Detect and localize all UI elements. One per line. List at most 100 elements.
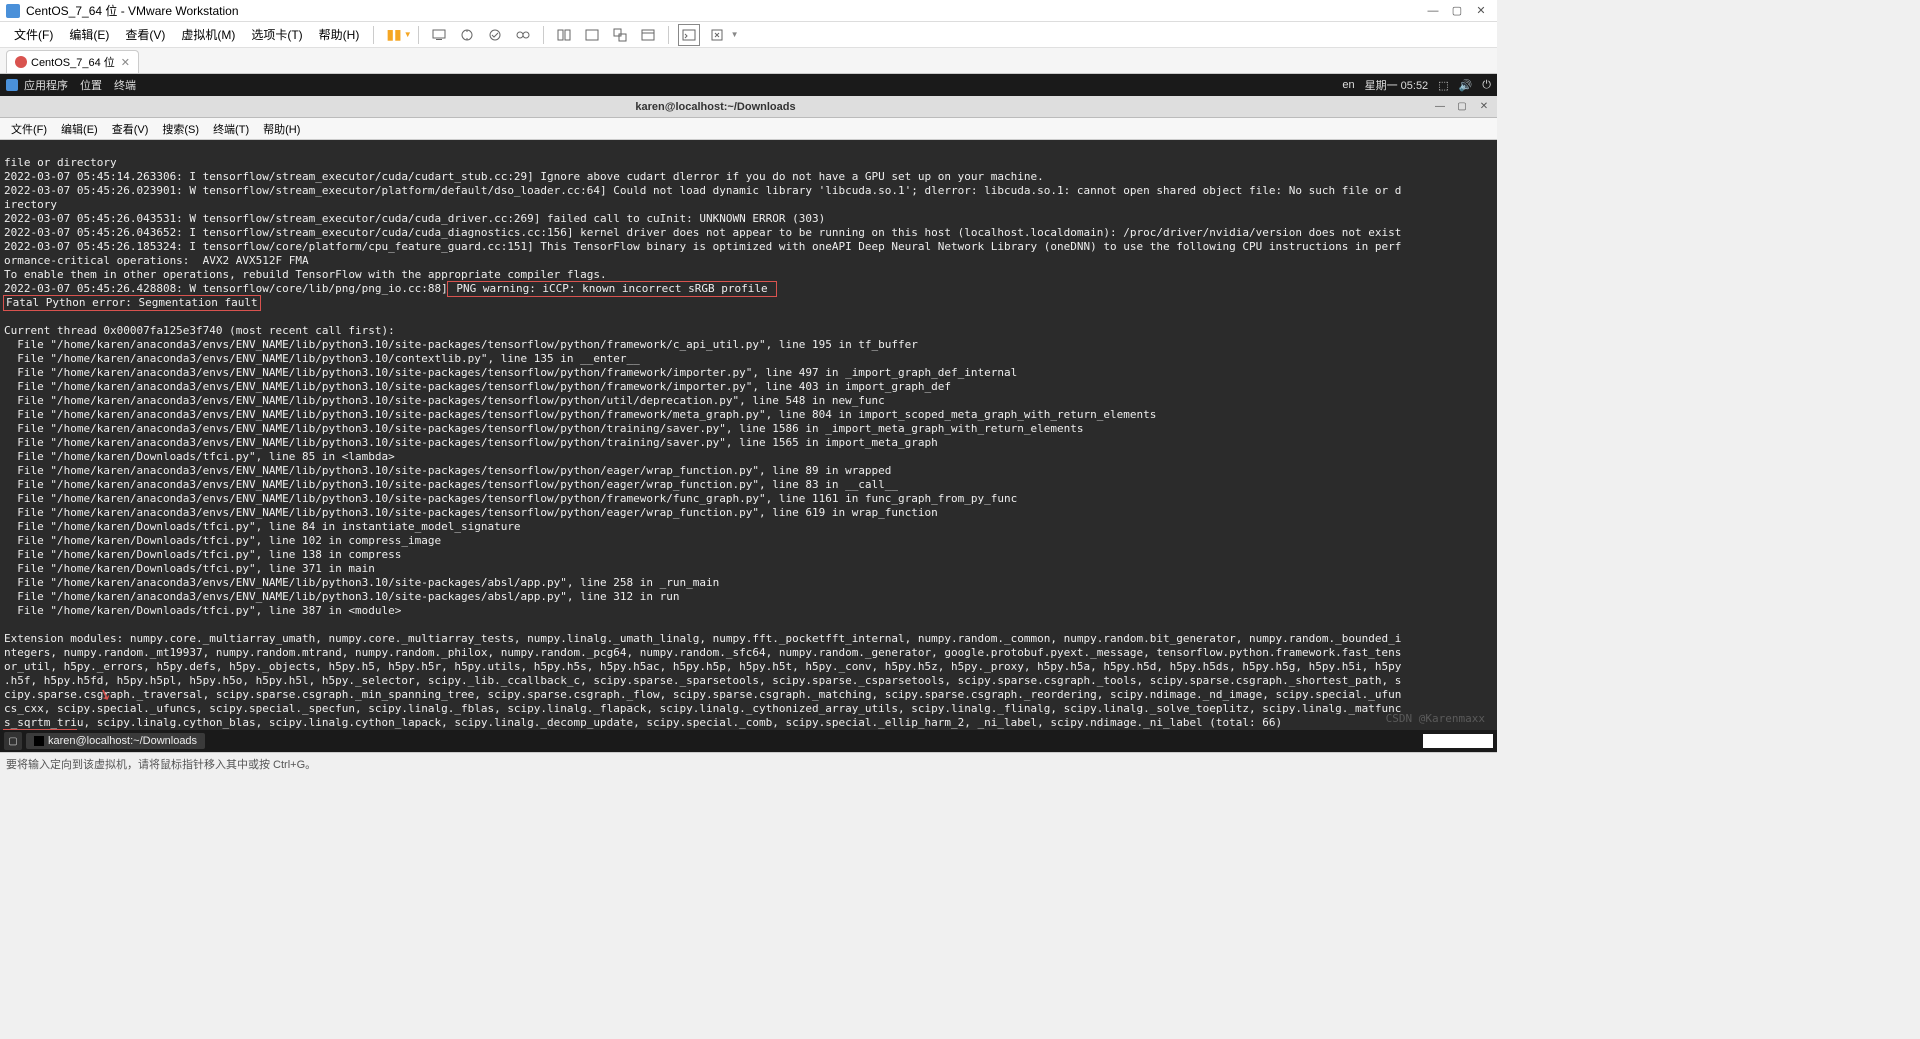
highlight-fatal-error: Fatal Python error: Segmentation fault	[4, 296, 260, 310]
gnome-terminal-label[interactable]: 终端	[114, 77, 136, 93]
term-line: File "/home/karen/Downloads/tfci.py", li…	[4, 450, 395, 463]
term-line: File "/home/karen/anaconda3/envs/ENV_NAM…	[4, 590, 680, 603]
vmware-titlebar: CentOS_7_64 位 - VMware Workstation — ▢ ✕	[0, 0, 1497, 22]
term-menu-file[interactable]: 文件(F)	[4, 119, 54, 139]
pause-dropdown-icon[interactable]: ▼	[404, 30, 412, 39]
term-line: .h5f, h5py.h5fd, h5py.h5pl, h5py.h5o, h5…	[4, 674, 1401, 687]
power-icon[interactable]: ⏻	[1482, 79, 1491, 92]
term-line: File "/home/karen/anaconda3/envs/ENV_NAM…	[4, 408, 1156, 421]
unity-icon[interactable]	[610, 25, 630, 45]
statusbar-text: 要将输入定向到该虚拟机，请将鼠标指针移入其中或按 Ctrl+G。	[6, 756, 316, 772]
term-line: File "/home/karen/anaconda3/envs/ENV_NAM…	[4, 436, 938, 449]
show-desktop-icon[interactable]: ▢	[4, 732, 22, 750]
taskbar-terminal-button[interactable]: karen@localhost:~/Downloads	[26, 733, 205, 749]
term-line: File "/home/karen/Downloads/tfci.py", li…	[4, 520, 521, 533]
stretch-icon[interactable]	[707, 25, 727, 45]
term-line: File "/home/karen/anaconda3/envs/ENV_NAM…	[4, 380, 951, 393]
separator	[373, 26, 374, 44]
vm-tab-centos[interactable]: CentOS_7_64 位 ✕	[6, 50, 139, 73]
taskbar-terminal-label: karen@localhost:~/Downloads	[48, 735, 197, 747]
term-line: ntegers, numpy.random._mt19937, numpy.ra…	[4, 646, 1401, 659]
menu-help[interactable]: 帮助(H)	[311, 23, 368, 46]
highlight-png-warning: PNG warning: iCCP: known incorrect sRGB …	[448, 282, 777, 296]
term-line: File "/home/karen/Downloads/tfci.py", li…	[4, 604, 401, 617]
term-line: File "/home/karen/Downloads/tfci.py", li…	[4, 534, 441, 547]
terminal-icon	[34, 736, 44, 746]
term-menu-search[interactable]: 搜索(S)	[155, 119, 206, 139]
split-left-icon[interactable]	[554, 25, 574, 45]
term-line: 2022-03-07 05:45:26.043652: I tensorflow…	[4, 226, 1401, 239]
term-line: 2022-03-07 05:45:26.428808: W tensorflow…	[4, 282, 448, 295]
term-line: 2022-03-07 05:45:26.185324: I tensorflow…	[4, 240, 1401, 253]
vm-tab-strip: CentOS_7_64 位 ✕	[0, 48, 1497, 74]
term-line: 2022-03-07 05:45:26.043531: W tensorflow…	[4, 212, 825, 225]
term-line: cs_cxx, scipy.special._ufuncs, scipy.spe…	[4, 702, 1401, 715]
gnome-places[interactable]: 位置	[80, 77, 102, 93]
term-line: File "/home/karen/anaconda3/envs/ENV_NAM…	[4, 352, 640, 365]
activities-icon[interactable]	[6, 79, 18, 91]
term-line: Current thread 0x00007fa125e3f740 (most …	[4, 324, 395, 337]
term-line: File "/home/karen/anaconda3/envs/ENV_NAM…	[4, 422, 1083, 435]
menu-file[interactable]: 文件(F)	[6, 23, 61, 46]
term-line: 2022-03-07 05:45:14.263306: I tensorflow…	[4, 170, 1044, 183]
term-menu-view[interactable]: 查看(V)	[105, 119, 156, 139]
term-maximize-button[interactable]: ▢	[1453, 100, 1471, 114]
network-icon[interactable]: ⬚	[1438, 79, 1448, 92]
term-line: File "/home/karen/Downloads/tfci.py", li…	[4, 562, 375, 575]
term-line: irectory	[4, 198, 57, 211]
menu-tabs[interactable]: 选项卡(T)	[243, 23, 310, 46]
minimize-button[interactable]: —	[1423, 3, 1443, 19]
pause-icon[interactable]: ▮▮	[386, 26, 401, 43]
window-title: CentOS_7_64 位 - VMware Workstation	[26, 2, 1419, 19]
terminal-titlebar: karen@localhost:~/Downloads — ▢ ✕	[0, 96, 1497, 118]
maximize-button[interactable]: ▢	[1447, 3, 1467, 19]
snapshot-manager-icon[interactable]	[513, 25, 533, 45]
term-line: cipy.sparse.csgraph._traversal, scipy.sp…	[4, 688, 1401, 701]
terminal-menubar: 文件(F) 编辑(E) 查看(V) 搜索(S) 终端(T) 帮助(H)	[0, 118, 1497, 140]
term-line: Extension modules: numpy.core._multiarra…	[4, 632, 1401, 645]
term-line: File "/home/karen/anaconda3/envs/ENV_NAM…	[4, 506, 938, 519]
term-line: To enable them in other operations, rebu…	[4, 268, 607, 281]
term-line: File "/home/karen/anaconda3/envs/ENV_NAM…	[4, 464, 891, 477]
gnome-taskbar: ▢ karen@localhost:~/Downloads	[0, 730, 1497, 752]
term-menu-edit[interactable]: 编辑(E)	[54, 119, 105, 139]
term-line: File "/home/karen/anaconda3/envs/ENV_NAM…	[4, 478, 898, 491]
close-button[interactable]: ✕	[1471, 3, 1491, 19]
separator	[668, 26, 669, 44]
taskbar-input[interactable]	[1423, 734, 1493, 748]
send-input-icon[interactable]	[429, 25, 449, 45]
term-line: File "/home/karen/anaconda3/envs/ENV_NAM…	[4, 366, 1017, 379]
menu-view[interactable]: 查看(V)	[117, 23, 173, 46]
snapshot-icon[interactable]	[457, 25, 477, 45]
menu-edit[interactable]: 编辑(E)	[61, 23, 117, 46]
vmware-menubar: 文件(F) 编辑(E) 查看(V) 虚拟机(M) 选项卡(T) 帮助(H) ▮▮…	[0, 22, 1497, 48]
vmware-icon	[6, 4, 20, 18]
clock[interactable]: 星期一 05:52	[1365, 77, 1429, 93]
gnome-applications[interactable]: 应用程序	[24, 77, 68, 93]
term-menu-terminal[interactable]: 终端(T)	[206, 119, 256, 139]
term-line: File "/home/karen/anaconda3/envs/ENV_NAM…	[4, 492, 1017, 505]
snapshot-revert-icon[interactable]	[485, 25, 505, 45]
terminal-output[interactable]: file or directory 2022-03-07 05:45:14.26…	[0, 140, 1497, 730]
term-close-button[interactable]: ✕	[1475, 100, 1493, 114]
term-line: ormance-critical operations: AVX2 AVX512…	[4, 254, 309, 267]
separator	[418, 26, 419, 44]
term-minimize-button[interactable]: —	[1431, 100, 1449, 114]
term-line: File "/home/karen/Downloads/tfci.py", li…	[4, 548, 401, 561]
vm-running-icon	[15, 56, 27, 68]
term-line: 2022-03-07 05:45:26.023901: W tensorflow…	[4, 184, 1401, 197]
lang-indicator[interactable]: en	[1342, 79, 1354, 91]
stretch-dropdown-icon[interactable]: ▼	[731, 30, 739, 39]
term-menu-help[interactable]: 帮助(H)	[256, 119, 307, 139]
volume-icon[interactable]: 🔊	[1459, 79, 1473, 92]
separator	[543, 26, 544, 44]
vm-tab-label: CentOS_7_64 位	[31, 54, 115, 70]
close-icon[interactable]: ✕	[121, 56, 130, 69]
term-line: or_util, h5py._errors, h5py.defs, h5py._…	[4, 660, 1401, 673]
term-line: File "/home/karen/anaconda3/envs/ENV_NAM…	[4, 338, 918, 351]
single-view-icon[interactable]	[582, 25, 602, 45]
vmware-statusbar: 要将输入定向到该虚拟机，请将鼠标指针移入其中或按 Ctrl+G。	[0, 752, 1497, 774]
fullscreen-icon[interactable]	[638, 25, 658, 45]
menu-vm[interactable]: 虚拟机(M)	[173, 23, 243, 46]
console-icon[interactable]	[679, 25, 699, 45]
